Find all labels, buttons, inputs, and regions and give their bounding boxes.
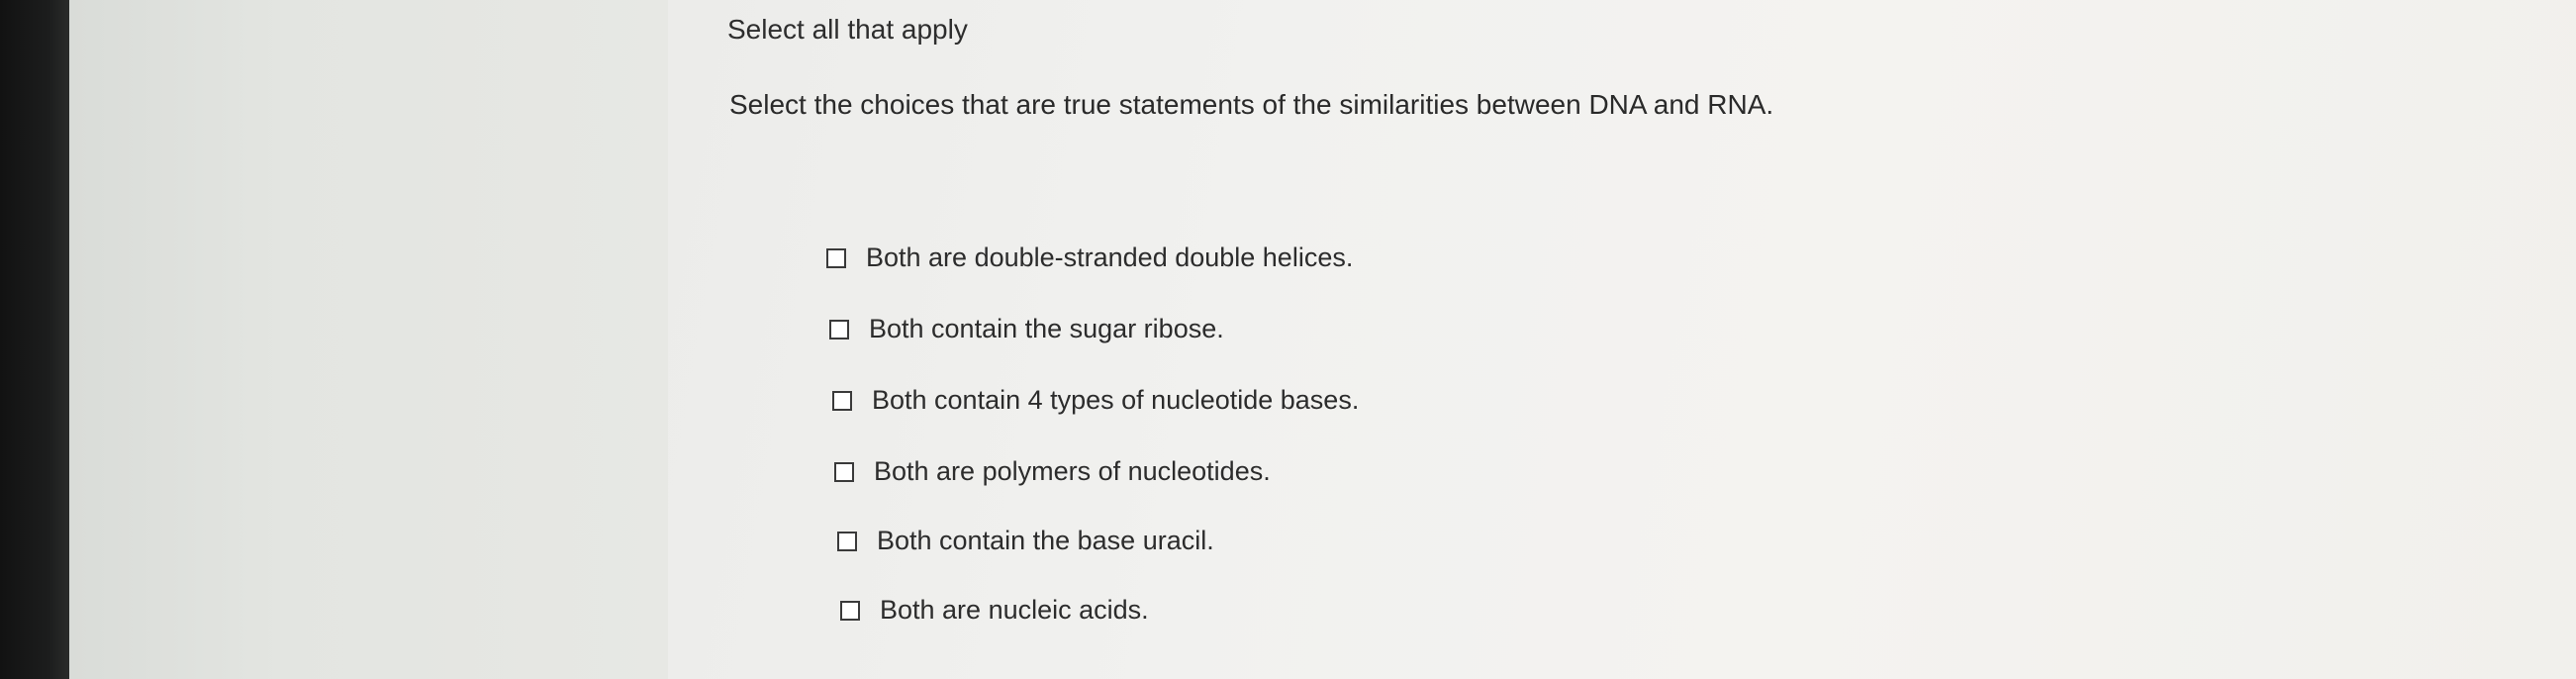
checkbox[interactable] [832,390,852,411]
checkbox[interactable] [837,531,857,551]
choice-option[interactable]: Both are double-stranded double helices. [826,242,1353,273]
choice-option[interactable]: Both contain the base uracil. [837,526,1214,556]
choice-label: Both contain 4 types of nucleotide bases… [872,385,1360,415]
choice-option[interactable]: Both contain the sugar ribose. [829,314,1224,344]
choice-option[interactable]: Both contain 4 types of nucleotide bases… [832,385,1359,416]
checkbox[interactable] [834,461,854,482]
question-prompt: Select the choices that are true stateme… [729,89,1774,120]
screen-bezel [0,0,69,679]
checkbox[interactable] [829,319,849,340]
choice-label: Both contain the sugar ribose. [869,314,1224,343]
choice-label: Both contain the base uracil. [877,526,1214,555]
checkbox[interactable] [840,600,860,621]
choice-label: Both are nucleic acids. [880,595,1149,625]
choice-label: Both are double-stranded double helices. [866,242,1354,272]
question-instruction: Select all that apply [727,14,968,45]
left-margin-panel [69,0,668,679]
choice-label: Both are polymers of nucleotides. [874,456,1271,486]
choice-option[interactable]: Both are nucleic acids. [840,595,1149,626]
checkbox[interactable] [826,247,846,268]
choice-option[interactable]: Both are polymers of nucleotides. [834,456,1271,487]
